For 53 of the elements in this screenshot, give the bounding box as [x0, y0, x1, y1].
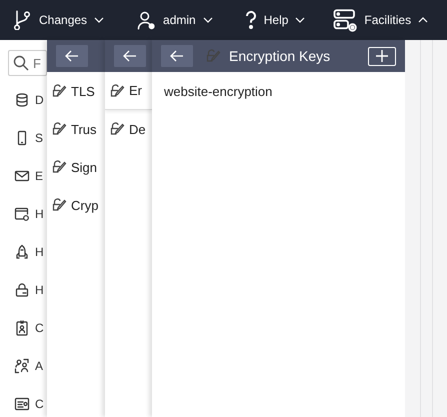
list-item[interactable]: TLS	[47, 72, 105, 110]
key-pen-icon	[51, 159, 67, 175]
arrow-left-icon	[170, 50, 184, 62]
list-item[interactable]: website-encryption	[152, 72, 405, 110]
menu-button[interactable]: Facilities	[333, 8, 428, 32]
database-icon	[14, 92, 30, 108]
id-badge-icon	[14, 320, 30, 336]
menu-button[interactable]: Changes	[12, 10, 104, 30]
back-button[interactable]	[114, 45, 146, 67]
arrow-left-icon	[123, 50, 137, 62]
search-icon	[13, 55, 29, 71]
sidebar-item[interactable]: H	[0, 233, 47, 271]
chevron-up-icon	[418, 15, 428, 25]
mail-icon	[14, 168, 30, 184]
key-pen-icon	[109, 82, 125, 98]
users-icon	[14, 358, 30, 374]
lock-icon	[14, 282, 30, 298]
back-button[interactable]	[56, 45, 88, 67]
sidebar-item[interactable]: A	[0, 347, 47, 385]
window-gear-icon	[14, 206, 30, 222]
menu-button[interactable]: admin	[136, 10, 213, 30]
search-field[interactable]: F	[8, 50, 47, 76]
sidebar-item[interactable]: S	[0, 119, 47, 157]
chevron-down-icon	[94, 15, 104, 25]
back-button[interactable]	[161, 45, 193, 67]
sidebar-item[interactable]: C	[0, 385, 47, 417]
key-pen-icon	[51, 83, 67, 99]
key-pen-icon	[51, 197, 67, 213]
sidebar-item[interactable]: C	[0, 309, 47, 347]
chevron-down-icon	[295, 15, 306, 25]
sidebar-item[interactable]: H	[0, 195, 47, 233]
sidebar-item[interactable]: H	[0, 271, 47, 309]
branch-icon	[12, 10, 32, 30]
arrow-left-icon	[65, 50, 79, 62]
key-pen-icon	[205, 48, 221, 64]
rocket-icon	[14, 244, 30, 260]
list-item[interactable]: De	[105, 110, 152, 148]
plus-icon	[375, 49, 389, 63]
list-item[interactable]: Trus	[47, 110, 105, 148]
key-pen-icon	[109, 121, 125, 137]
menu-button[interactable]: Help	[244, 10, 306, 30]
card-icon	[14, 396, 30, 412]
add-button[interactable]	[368, 46, 396, 66]
sidebar-item[interactable]: E	[0, 157, 47, 195]
list-item[interactable]: Sign	[47, 148, 105, 186]
user-icon	[136, 10, 156, 30]
chevron-down-icon	[202, 15, 213, 25]
panel-title: Encryption Keys	[229, 48, 330, 64]
list-item[interactable]: Cryp	[47, 186, 105, 224]
help-icon	[244, 10, 257, 30]
sidebar-item[interactable]: D	[0, 81, 47, 119]
server-gear-icon	[333, 8, 358, 32]
key-pen-icon	[51, 121, 67, 137]
